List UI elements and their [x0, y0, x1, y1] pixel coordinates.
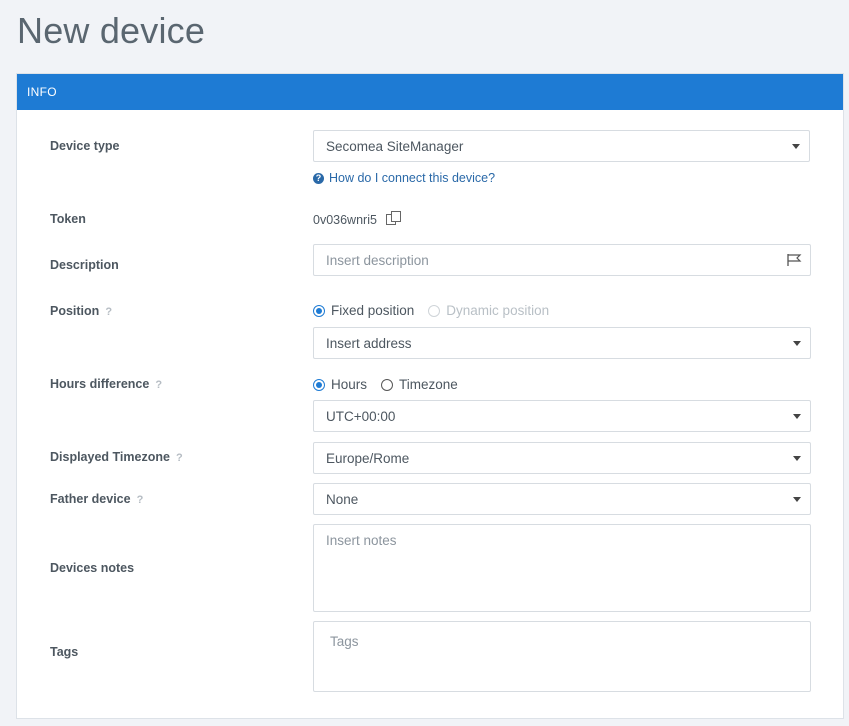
radio-label: Timezone [399, 377, 458, 392]
chevron-down-icon [792, 144, 800, 149]
father-device-label-text: Father device [50, 492, 131, 506]
radio-dynamic-position: Dynamic position [428, 303, 549, 318]
displayed-timezone-select[interactable]: Europe/Rome [313, 442, 811, 474]
devices-notes-textarea[interactable]: Insert notes [313, 524, 811, 612]
help-link-text[interactable]: How do I connect this device? [329, 171, 495, 185]
hours-difference-label-text: Hours difference [50, 377, 150, 391]
description-placeholder: Insert description [326, 253, 429, 268]
displayed-timezone-label: Displayed Timezone? [50, 450, 183, 464]
info-panel: INFO Device type Secomea SiteManager ? H… [16, 73, 844, 719]
radio-unchecked-icon [428, 304, 441, 317]
radio-label: Hours [331, 377, 368, 392]
radio-timezone[interactable]: Timezone [381, 377, 458, 392]
help-icon[interactable]: ? [105, 306, 112, 318]
chevron-down-icon [793, 497, 801, 502]
chevron-down-icon [793, 341, 801, 346]
chevron-down-icon [793, 456, 801, 461]
help-icon[interactable]: ? [137, 494, 144, 506]
tags-placeholder: Tags [330, 634, 359, 649]
panel-header: INFO [17, 74, 843, 110]
help-icon[interactable]: ? [176, 452, 183, 464]
father-device-label: Father device? [50, 492, 143, 506]
flag-icon[interactable] [786, 253, 802, 270]
radio-label: Fixed position [331, 303, 415, 318]
help-link[interactable]: ? How do I connect this device? [313, 171, 495, 185]
radio-label: Dynamic position [446, 303, 550, 318]
description-label: Description [50, 258, 119, 272]
chevron-down-icon [793, 414, 801, 419]
radio-checked-icon [313, 304, 325, 317]
father-device-value: None [326, 492, 359, 507]
tags-input[interactable]: Tags [313, 621, 811, 692]
radio-checked-icon [313, 378, 325, 391]
description-input[interactable]: Insert description [313, 244, 811, 276]
radio-fixed-position[interactable]: Fixed position [313, 303, 414, 318]
copy-icon[interactable] [385, 210, 403, 229]
hours-difference-label: Hours difference? [50, 377, 162, 391]
token-label: Token [50, 212, 86, 226]
displayed-timezone-label-text: Displayed Timezone [50, 450, 170, 464]
radio-unchecked-icon [381, 378, 394, 391]
position-label: Position? [50, 304, 112, 318]
hours-radio-group: Hours Timezone [313, 377, 472, 392]
radio-hours[interactable]: Hours [313, 377, 367, 392]
utc-offset-select[interactable]: UTC+00:00 [313, 400, 811, 432]
address-placeholder: Insert address [326, 336, 412, 351]
tags-label: Tags [50, 645, 79, 659]
devices-notes-placeholder: Insert notes [326, 533, 397, 548]
question-circle-icon: ? [313, 172, 324, 184]
token-value: 0v036wnri5 [313, 212, 377, 227]
position-radio-group: Fixed position Dynamic position [313, 303, 563, 318]
father-device-select[interactable]: None [313, 483, 811, 515]
utc-offset-value: UTC+00:00 [326, 409, 396, 424]
page-title: New device [17, 10, 206, 51]
devices-notes-label: Devices notes [50, 561, 135, 575]
device-type-select[interactable]: Secomea SiteManager [313, 130, 810, 162]
help-icon[interactable]: ? [155, 379, 162, 391]
device-type-value: Secomea SiteManager [326, 139, 464, 154]
address-select[interactable]: Insert address [313, 327, 811, 359]
device-type-label: Device type [50, 139, 120, 153]
displayed-timezone-value: Europe/Rome [326, 451, 410, 466]
token-row: 0v036wnri5 [313, 210, 403, 229]
position-label-text: Position [50, 304, 100, 318]
